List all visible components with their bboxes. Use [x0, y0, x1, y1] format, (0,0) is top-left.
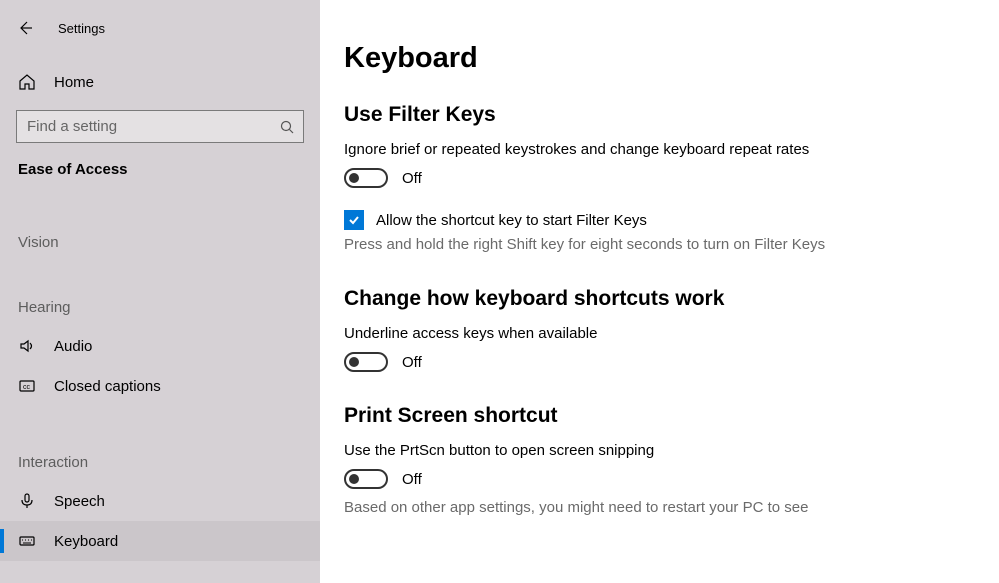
back-arrow-icon	[16, 19, 34, 37]
microphone-icon	[18, 492, 36, 510]
nav-label: Keyboard	[54, 533, 118, 550]
toggle-knob	[349, 474, 359, 484]
group-header-hearing: Hearing	[0, 299, 320, 316]
group-header-interaction: Interaction	[0, 454, 320, 471]
nav-label: Closed captions	[54, 378, 161, 395]
sidebar-item-home[interactable]: Home	[0, 64, 320, 100]
page-title: Keyboard	[344, 42, 999, 75]
search-input[interactable]	[17, 118, 271, 135]
nav-label: Audio	[54, 338, 92, 355]
filter-keys-shortcut-label: Allow the shortcut key to start Filter K…	[376, 212, 647, 229]
underline-access-keys-toggle-label: Off	[402, 354, 422, 371]
home-icon	[18, 73, 36, 91]
toggle-knob	[349, 357, 359, 367]
sidebar-item-audio[interactable]: Audio	[0, 326, 320, 366]
printscreen-note: Based on other app settings, you might n…	[344, 499, 999, 516]
filter-keys-description: Ignore brief or repeated keystrokes and …	[344, 141, 999, 158]
filter-keys-shortcut-hint: Press and hold the right Shift key for e…	[344, 236, 999, 253]
underline-access-keys-toggle[interactable]	[344, 352, 388, 372]
search-box[interactable]	[16, 110, 304, 143]
titlebar: Settings	[0, 8, 320, 48]
sidebar: Settings Home Ease of Access Vision Hear…	[0, 0, 320, 583]
settings-window: Settings Home Ease of Access Vision Hear…	[0, 0, 999, 583]
svg-text:cc: cc	[23, 384, 31, 391]
nav-label: Speech	[54, 493, 105, 510]
group-header-vision: Vision	[0, 234, 320, 251]
printscreen-toggle-label: Off	[402, 471, 422, 488]
underline-access-keys-toggle-row: Off	[344, 352, 999, 372]
search-wrap	[16, 110, 304, 143]
main-content: Keyboard Use Filter Keys Ignore brief or…	[320, 0, 999, 583]
window-title: Settings	[58, 21, 105, 36]
filter-keys-toggle[interactable]	[344, 168, 388, 188]
captions-icon: cc	[18, 377, 36, 395]
printscreen-toggle[interactable]	[344, 469, 388, 489]
filter-keys-toggle-row: Off	[344, 168, 999, 188]
search-icon	[271, 119, 303, 135]
filter-keys-shortcut-checkbox[interactable]	[344, 210, 364, 230]
home-label: Home	[54, 74, 94, 91]
keyboard-icon	[18, 532, 36, 550]
sidebar-item-speech[interactable]: Speech	[0, 481, 320, 521]
section-title-filter-keys: Use Filter Keys	[344, 103, 999, 127]
filter-keys-shortcut-row: Allow the shortcut key to start Filter K…	[344, 210, 999, 230]
back-button[interactable]	[10, 13, 40, 43]
section-title-printscreen: Print Screen shortcut	[344, 404, 999, 428]
section-title-shortcuts: Change how keyboard shortcuts work	[344, 287, 999, 311]
printscreen-description: Use the PrtScn button to open screen sni…	[344, 442, 999, 459]
filter-keys-toggle-label: Off	[402, 170, 422, 187]
speaker-icon	[18, 337, 36, 355]
checkmark-icon	[347, 213, 361, 227]
sidebar-item-keyboard[interactable]: Keyboard	[0, 521, 320, 561]
sidebar-item-closed-captions[interactable]: cc Closed captions	[0, 366, 320, 406]
toggle-knob	[349, 173, 359, 183]
category-header: Ease of Access	[0, 143, 320, 178]
printscreen-toggle-row: Off	[344, 469, 999, 489]
shortcuts-description: Underline access keys when available	[344, 325, 999, 342]
